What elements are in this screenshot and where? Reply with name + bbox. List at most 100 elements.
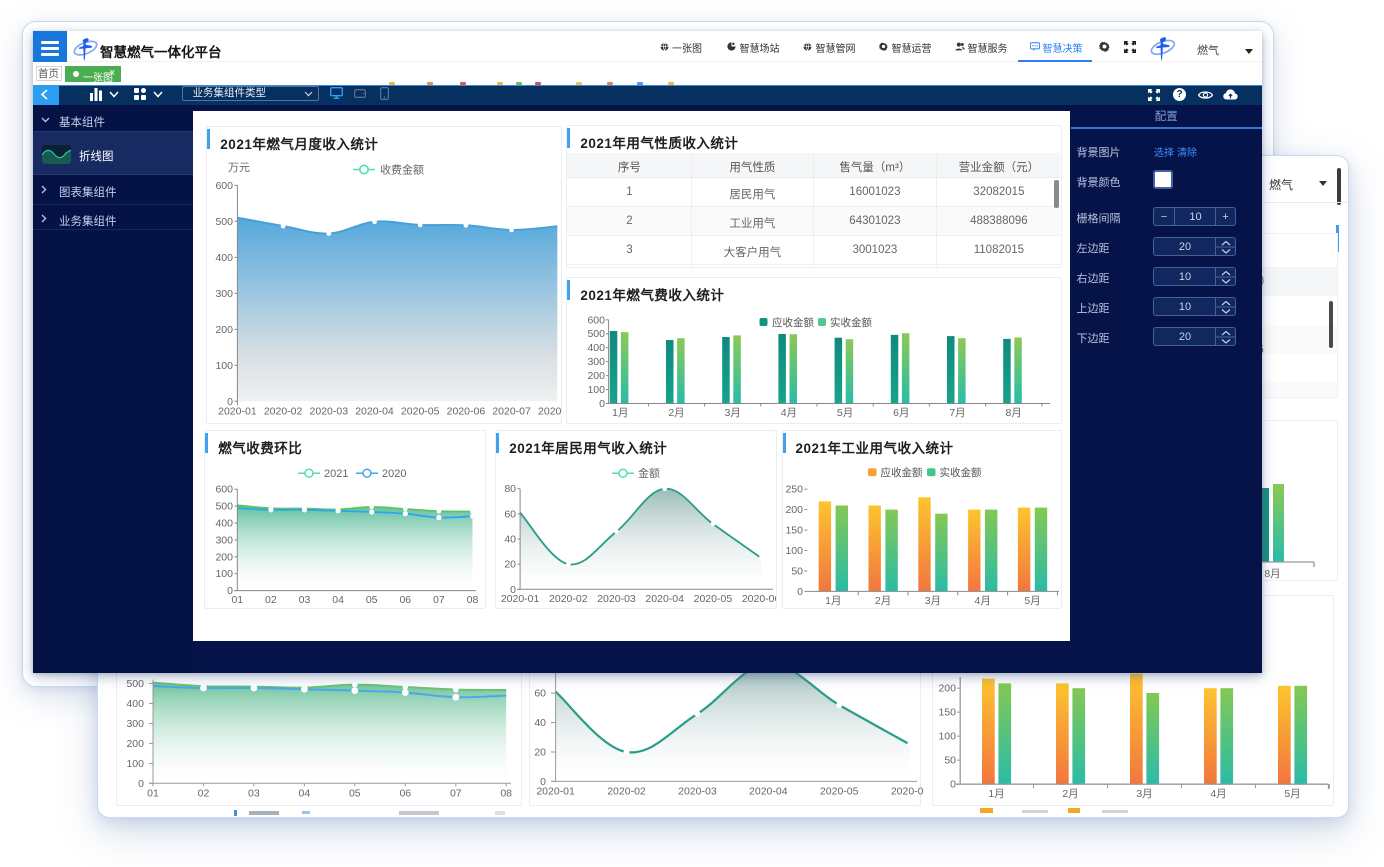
svg-text:8月: 8月: [1006, 407, 1022, 419]
svg-text:应收金额: 应收金额: [880, 466, 922, 479]
svg-text:100: 100: [216, 568, 234, 580]
svg-text:0: 0: [138, 777, 144, 789]
svg-text:100: 100: [216, 360, 234, 372]
svg-text:02: 02: [265, 594, 277, 606]
svg-text:2020-05: 2020-05: [820, 785, 859, 797]
svg-text:4月: 4月: [1210, 788, 1226, 800]
svg-text:2020-01: 2020-01: [536, 785, 575, 797]
svg-text:0: 0: [950, 778, 956, 790]
svg-text:2020-04: 2020-04: [749, 785, 788, 797]
svg-text:200: 200: [588, 370, 606, 382]
svg-text:6月: 6月: [894, 407, 910, 419]
svg-text:100: 100: [938, 730, 956, 742]
svg-text:5月: 5月: [1284, 788, 1300, 800]
svg-text:300: 300: [216, 534, 234, 546]
svg-text:2020-02: 2020-02: [264, 405, 303, 417]
svg-text:2020-01: 2020-01: [501, 593, 540, 605]
svg-text:2021: 2021: [324, 468, 348, 480]
svg-text:400: 400: [588, 342, 606, 354]
svg-text:实收金额: 实收金额: [939, 466, 981, 479]
svg-text:2020-01: 2020-01: [218, 405, 257, 417]
svg-text:应收金额: 应收金额: [772, 316, 814, 329]
svg-text:80: 80: [505, 483, 517, 495]
svg-text:40: 40: [534, 717, 546, 729]
svg-text:5月: 5月: [837, 407, 853, 419]
svg-text:150: 150: [785, 525, 803, 537]
svg-text:300: 300: [216, 288, 234, 300]
svg-text:200: 200: [938, 682, 956, 694]
svg-text:04: 04: [299, 787, 311, 799]
svg-text:08: 08: [500, 787, 512, 799]
svg-text:1月: 1月: [613, 407, 629, 419]
svg-text:600: 600: [588, 314, 606, 326]
svg-text:40: 40: [505, 534, 517, 546]
svg-text:2020-06: 2020-06: [742, 593, 776, 605]
svg-text:600: 600: [216, 180, 234, 192]
svg-text:50: 50: [944, 754, 956, 766]
svg-text:150: 150: [938, 706, 956, 718]
svg-text:5月: 5月: [1024, 595, 1040, 607]
svg-text:2020-07: 2020-07: [493, 405, 532, 417]
svg-text:2020-03: 2020-03: [678, 785, 717, 797]
svg-text:4月: 4月: [781, 407, 797, 419]
svg-text:60: 60: [505, 508, 517, 520]
svg-text:0: 0: [797, 586, 803, 598]
svg-text:07: 07: [433, 594, 445, 606]
svg-text:实收金额: 实收金额: [830, 316, 872, 329]
svg-text:250: 250: [785, 484, 803, 496]
svg-text:2020-03: 2020-03: [597, 593, 636, 605]
svg-text:300: 300: [588, 356, 606, 368]
svg-text:400: 400: [216, 518, 234, 530]
svg-text:200: 200: [785, 504, 803, 516]
svg-text:03: 03: [299, 594, 311, 606]
svg-text:600: 600: [216, 484, 234, 496]
svg-text:2020: 2020: [382, 468, 406, 480]
svg-text:03: 03: [248, 787, 260, 799]
svg-text:20: 20: [534, 746, 546, 758]
svg-text:05: 05: [349, 787, 361, 799]
svg-text:100: 100: [126, 757, 144, 769]
svg-text:100: 100: [785, 545, 803, 557]
svg-text:20: 20: [505, 559, 517, 571]
svg-text:3月: 3月: [725, 407, 741, 419]
svg-text:04: 04: [333, 594, 345, 606]
svg-text:2020-02: 2020-02: [607, 785, 646, 797]
svg-text:2020-05: 2020-05: [401, 405, 440, 417]
svg-text:400: 400: [216, 252, 234, 264]
svg-text:500: 500: [588, 328, 606, 340]
svg-text:60: 60: [534, 687, 546, 699]
svg-text:2020-08: 2020-08: [538, 405, 561, 417]
svg-text:05: 05: [366, 594, 378, 606]
svg-text:07: 07: [450, 787, 462, 799]
svg-text:2020-04: 2020-04: [356, 405, 395, 417]
svg-text:500: 500: [216, 501, 234, 513]
svg-text:01: 01: [147, 787, 159, 799]
svg-text:200: 200: [216, 551, 234, 563]
svg-text:2020-06: 2020-06: [447, 405, 486, 417]
svg-text:02: 02: [198, 787, 210, 799]
svg-text:金额: 金额: [638, 466, 660, 480]
svg-text:1月: 1月: [825, 595, 841, 607]
svg-text:4月: 4月: [974, 595, 990, 607]
svg-text:2020-04: 2020-04: [646, 593, 685, 605]
svg-text:2月: 2月: [1062, 788, 1078, 800]
svg-text:200: 200: [216, 324, 234, 336]
svg-text:7月: 7月: [950, 407, 966, 419]
svg-text:2月: 2月: [669, 407, 685, 419]
svg-text:万元: 万元: [228, 162, 250, 174]
svg-text:3月: 3月: [1136, 788, 1152, 800]
svg-text:2月: 2月: [874, 595, 890, 607]
svg-text:0: 0: [600, 398, 606, 410]
svg-text:100: 100: [588, 384, 606, 396]
svg-text:300: 300: [126, 718, 144, 730]
svg-text:3月: 3月: [924, 595, 940, 607]
svg-text:200: 200: [126, 737, 144, 749]
svg-text:2020-02: 2020-02: [549, 593, 588, 605]
svg-text:1月: 1月: [988, 788, 1004, 800]
svg-text:400: 400: [126, 698, 144, 710]
svg-text:8月: 8月: [1264, 568, 1280, 580]
svg-text:收费金额: 收费金额: [380, 163, 424, 177]
svg-text:500: 500: [216, 216, 234, 228]
svg-text:08: 08: [467, 594, 479, 606]
svg-text:2020-05: 2020-05: [694, 593, 733, 605]
